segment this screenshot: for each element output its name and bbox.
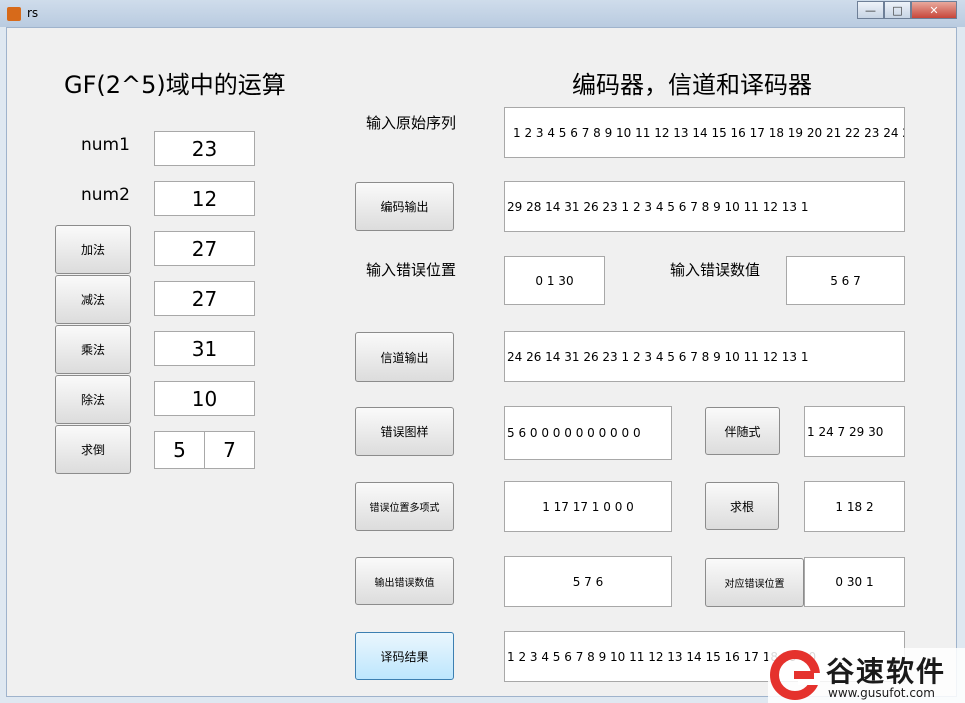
error-locator-poly-button[interactable]: 错误位置多项式 xyxy=(355,482,454,531)
add-button[interactable]: 加法 xyxy=(55,225,131,274)
error-value-input[interactable]: 5 6 7 xyxy=(786,256,905,305)
window-controls: — □ ✕ xyxy=(857,1,957,19)
subtract-button[interactable]: 减法 xyxy=(55,275,131,324)
divide-button[interactable]: 除法 xyxy=(55,375,131,424)
error-pattern-button[interactable]: 错误图样 xyxy=(355,407,454,456)
error-pattern-output[interactable]: 5 6 0 0 0 0 0 0 0 0 0 0 xyxy=(504,406,672,460)
num1-label: num1 xyxy=(81,135,130,155)
encode-output[interactable]: 29 28 14 31 26 23 1 2 3 4 5 6 7 8 9 10 1… xyxy=(504,181,905,232)
close-button[interactable]: ✕ xyxy=(911,1,957,19)
watermark-url: www.gusufot.com xyxy=(828,686,935,700)
num2-input[interactable]: 12 xyxy=(154,181,255,216)
gf-heading: GF(2^5)域中的运算 xyxy=(64,71,286,99)
inverse-result-2[interactable]: 7 xyxy=(204,431,255,469)
decode-button[interactable]: 译码结果 xyxy=(355,632,454,680)
error-value-label: 输入错误数值 xyxy=(670,261,761,279)
output-error-value-field[interactable]: 5 7 6 xyxy=(504,556,672,607)
add-result[interactable]: 27 xyxy=(154,231,255,266)
multiply-button[interactable]: 乘法 xyxy=(55,325,131,374)
inverse-button[interactable]: 求倒 xyxy=(55,425,131,474)
error-position-input[interactable]: 0 1 30 xyxy=(504,256,605,305)
brand-logo-bar xyxy=(794,671,814,679)
input-seq-field[interactable]: 1 2 3 4 5 6 7 8 9 10 11 12 13 14 15 16 1… xyxy=(504,107,905,158)
window-title: rs xyxy=(27,6,39,20)
error-location-output[interactable]: 0 30 1 xyxy=(804,557,905,607)
multiply-result[interactable]: 31 xyxy=(154,331,255,366)
error-location-button[interactable]: 对应错误位置 xyxy=(705,558,804,607)
channel-button[interactable]: 信道输出 xyxy=(355,332,454,382)
find-root-button[interactable]: 求根 xyxy=(705,482,779,530)
num1-input[interactable]: 23 xyxy=(154,131,255,166)
syndrome-output[interactable]: 1 24 7 29 30 xyxy=(804,406,905,457)
num2-label: num2 xyxy=(81,185,130,205)
watermark-brand: 谷速软件 xyxy=(826,655,947,688)
matlab-icon xyxy=(7,7,21,21)
error-locator-poly-output[interactable]: 1 17 17 1 0 0 0 xyxy=(504,481,672,532)
subtract-result[interactable]: 27 xyxy=(154,281,255,316)
minimize-button[interactable]: — xyxy=(857,1,884,19)
root-output[interactable]: 1 18 2 xyxy=(804,481,905,532)
channel-output[interactable]: 24 26 14 31 26 23 1 2 3 4 5 6 7 8 9 10 1… xyxy=(504,331,905,382)
output-error-value-button[interactable]: 输出错误数值 xyxy=(355,557,454,605)
title-bar: rs — □ ✕ xyxy=(0,0,965,27)
divide-result[interactable]: 10 xyxy=(154,381,255,416)
maximize-button[interactable]: □ xyxy=(884,1,911,19)
syndrome-button[interactable]: 伴随式 xyxy=(705,407,780,455)
encode-button[interactable]: 编码输出 xyxy=(355,182,454,231)
codec-heading: 编码器，信道和译码器 xyxy=(572,71,812,99)
error-position-label: 输入错误位置 xyxy=(366,261,457,279)
input-seq-label: 输入原始序列 xyxy=(366,114,457,132)
inverse-result-1[interactable]: 5 xyxy=(154,431,205,469)
